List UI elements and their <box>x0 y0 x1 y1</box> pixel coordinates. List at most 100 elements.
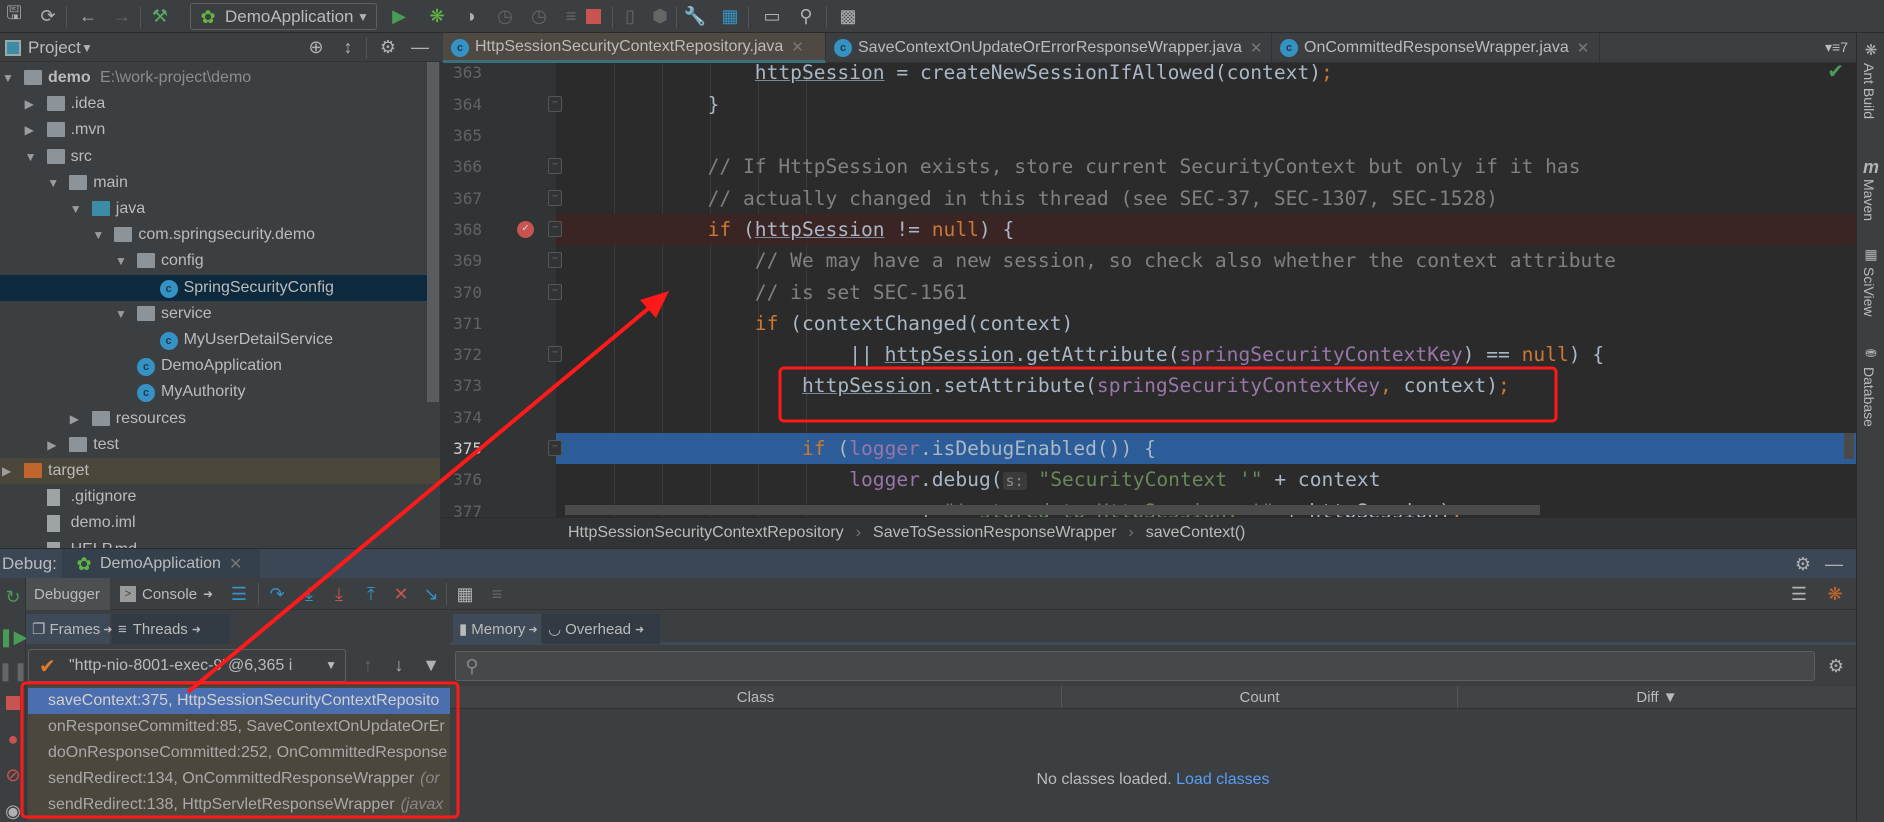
collapsed-arrow-icon[interactable]: ▶ <box>70 412 79 426</box>
expanded-arrow-icon[interactable]: ▼ <box>92 228 104 242</box>
step-into-icon[interactable]: ⤓ <box>298 584 320 604</box>
fold-marker-icon[interactable]: − <box>548 252 562 269</box>
fold-marker-icon[interactable]: − <box>548 440 562 456</box>
tree-item[interactable]: .gitignore <box>0 484 427 510</box>
code-line[interactable]: 368 ✓ − if (httpSession != null) { <box>440 213 1856 246</box>
code-editor[interactable]: 363 httpSession = createNewSessionIfAllow… <box>440 63 1856 517</box>
forward-icon[interactable]: → <box>112 6 132 26</box>
fold-marker-icon[interactable]: − <box>548 189 562 206</box>
column-diff[interactable]: Diff ▼ <box>1458 686 1856 708</box>
vcs-icon[interactable]: ▩ <box>838 6 858 26</box>
tab-frames[interactable]: ❐ Frames ➜ <box>26 614 113 644</box>
code-line[interactable]: 376 logger.debug(s: "SecurityContext '" +… <box>440 464 1856 495</box>
tree-item[interactable]: ▼ com.springsecurity.demo <box>0 222 427 248</box>
breakpoint-icon[interactable]: ✓ <box>517 220 534 238</box>
code-line[interactable]: 371 if (contextChanged(context) <box>440 308 1856 339</box>
fold-marker-icon[interactable]: − <box>548 158 562 175</box>
run-to-cursor-icon[interactable]: ↘ <box>420 584 442 604</box>
profile-cpu-icon[interactable]: ◷ <box>529 6 549 26</box>
filter-icon[interactable]: ▼ <box>421 654 441 676</box>
step-over-icon[interactable]: ↷ <box>266 584 288 604</box>
code-line[interactable]: 373 httpSession.setAttribute(springSecuri… <box>440 370 1856 401</box>
chevron-down-icon[interactable]: ▼ <box>80 39 94 57</box>
code-line[interactable]: 367 − // actually changed in this thread (… <box>440 183 1856 214</box>
pin-icon[interactable]: ➜ <box>528 623 537 636</box>
tree-item[interactable]: ▶ .mvn <box>0 117 427 143</box>
terminal-icon[interactable]: ▭ <box>762 6 782 26</box>
code-line[interactable]: 370 − // is set SEC-1561 <box>440 277 1856 308</box>
gear-icon[interactable]: ⚙ <box>378 37 398 57</box>
gear-icon[interactable]: ⚙ <box>1826 655 1846 677</box>
memory-search-input[interactable]: ⚲ <box>455 651 1815 681</box>
previous-frame-icon[interactable]: ↑ <box>358 654 378 676</box>
settings-wrench-icon[interactable]: 🔧 <box>684 6 706 26</box>
tab-console[interactable]: > Console ➜ <box>112 578 220 610</box>
show-execution-point-icon[interactable]: ☰ <box>228 584 250 604</box>
mute-breakpoints-icon[interactable]: ⊘ <box>3 764 23 786</box>
breadcrumb-inner-class[interactable]: SaveToSessionResponseWrapper <box>873 524 1116 542</box>
pin-icon[interactable]: ➜ <box>203 587 213 601</box>
coverage-icon[interactable]: ◑ <box>460 6 480 26</box>
editor-scrollbar[interactable] <box>1844 433 1854 459</box>
view-breakpoints-icon[interactable]: ● <box>3 728 23 750</box>
tree-item[interactable]: ▶ .idea <box>0 91 427 117</box>
current-execution-line[interactable]: 375 − if (logger.isDebugEnabled()) { <box>440 433 1856 465</box>
tree-item[interactable]: ▶ test <box>0 432 427 458</box>
tab-oncommittedresponsewrapper[interactable]: c OnCommittedResponseWrapper.java ✕ <box>1272 33 1600 63</box>
pin-icon[interactable]: ➜ <box>635 623 644 636</box>
run-icon[interactable]: ▶ <box>389 6 409 26</box>
project-tree-scrollbar[interactable] <box>427 62 439 402</box>
tree-item[interactable]: ▼ demo E:\work-project\demo <box>0 65 427 91</box>
stack-frame[interactable]: saveContext:375, HttpSessionSecurityCont… <box>28 688 450 714</box>
gear-icon[interactable]: ⚙ <box>1793 554 1813 574</box>
breadcrumb-method[interactable]: saveContext() <box>1146 524 1246 542</box>
trace-icon[interactable]: ≡ <box>486 584 508 604</box>
save-icon[interactable]: 🖫 <box>4 3 24 26</box>
tree-item[interactable]: c MyUserDetailService <box>0 327 427 353</box>
force-step-into-icon[interactable]: ⤓ <box>328 584 350 604</box>
expanded-arrow-icon[interactable]: ▼ <box>2 71 14 85</box>
tree-item[interactable]: HELP.md <box>0 537 427 548</box>
step-icon[interactable]: ≡ <box>561 6 581 26</box>
pause-icon[interactable]: ❚❚ <box>0 660 28 682</box>
fold-marker-icon[interactable]: − <box>548 95 562 112</box>
tab-debugger[interactable]: Debugger <box>26 578 110 610</box>
camera-icon[interactable]: ◉ <box>3 800 23 822</box>
code-line[interactable]: 372 − || httpSession.getAttribute(springSe… <box>440 339 1856 370</box>
code-line[interactable]: 364 −} <box>440 89 1856 120</box>
tab-overhead[interactable]: ◡ Overhead ➜ <box>542 614 660 644</box>
step-out-icon[interactable]: ⤒ <box>360 584 382 604</box>
thread-select[interactable]: ✔ "http-nio-8001-exec-9"@6,365 i ▼ <box>28 649 346 682</box>
tree-item[interactable]: ▼ src <box>0 144 427 170</box>
device-icon[interactable]: ▯ <box>620 6 640 26</box>
load-classes-link[interactable]: Load classes <box>1176 771 1269 788</box>
stack-frame[interactable]: sendRedirect:138, HttpServletResponseWra… <box>28 792 450 818</box>
code-line[interactable]: 366 − // If HttpSession exists, store curr… <box>440 151 1856 182</box>
search-icon[interactable]: ⚲ <box>796 6 816 26</box>
tree-item[interactable]: c SpringSecurityConfig <box>0 274 427 301</box>
collapsed-arrow-icon[interactable]: ▶ <box>47 438 56 452</box>
code-line[interactable]: 374 <box>440 402 1856 433</box>
column-class[interactable]: Class <box>450 686 1062 708</box>
expanded-arrow-icon[interactable]: ▼ <box>70 202 82 216</box>
collapsed-arrow-icon[interactable]: ▶ <box>25 123 34 137</box>
tree-item[interactable]: c MyAuthority <box>0 379 427 405</box>
sidebar-maven[interactable]: Maven <box>1861 179 1877 221</box>
layout-icon[interactable]: ☰ <box>1788 584 1810 604</box>
fold-marker-icon[interactable]: − <box>548 283 562 300</box>
code-line[interactable]: 365 <box>440 120 1856 151</box>
restore-layout-icon[interactable]: ❋ <box>1824 584 1846 604</box>
build-hammer-icon[interactable]: ⚒ <box>150 6 170 26</box>
sidebar-sciview[interactable]: SciView <box>1861 267 1877 317</box>
tree-item[interactable]: ▼ config <box>0 248 427 274</box>
tab-threads[interactable]: ≡ Threads ➜ <box>112 614 230 644</box>
drop-frame-icon[interactable]: ✕ <box>390 584 412 604</box>
tab-overflow-button[interactable]: ▾≡7 <box>1825 39 1848 56</box>
tree-item[interactable]: ▼ service <box>0 301 427 327</box>
sync-icon[interactable]: ⟳ <box>38 6 58 26</box>
project-structure-icon[interactable]: ▦ <box>720 6 740 26</box>
fold-marker-icon[interactable]: − <box>548 346 562 363</box>
tree-item[interactable]: ▶ resources <box>0 406 427 432</box>
tab-memory[interactable]: ▮ Memory ➜ <box>453 614 541 644</box>
tree-item[interactable]: c DemoApplication <box>0 353 427 379</box>
